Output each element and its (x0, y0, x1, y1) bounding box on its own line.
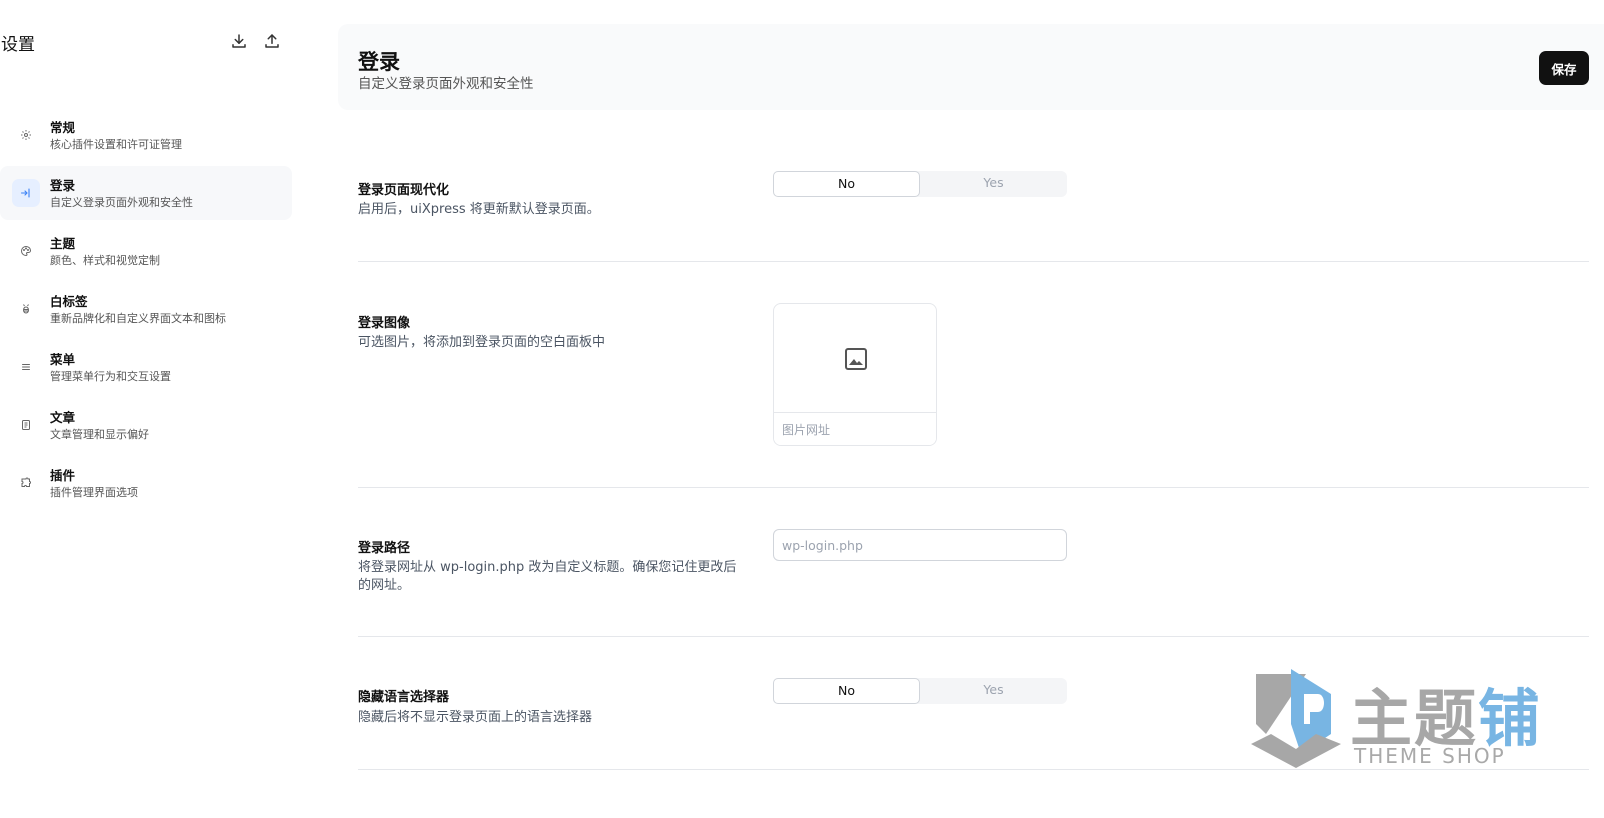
setting-description: 隐藏后将不显示登录页面上的语言选择器 (358, 710, 593, 725)
image-preview[interactable] (774, 304, 936, 413)
login-path-input[interactable] (773, 529, 1067, 561)
sidebar-item-desc: 插件管理界面选项 (50, 486, 138, 499)
main-content: 登录 自定义登录页面外观和安全性 保存 登录页面现代化 启用后，uiXpress… (338, 24, 1604, 770)
setting-login-image: 登录图像 可选图片，将添加到登录页面的空白面板中 (358, 262, 1589, 488)
sidebar-item-label: 常规 (50, 120, 76, 135)
page-subtitle: 自定义登录页面外观和安全性 (358, 76, 534, 92)
image-icon (845, 348, 867, 370)
watermark: 主题铺 THEME SHOP (1246, 664, 1546, 774)
sidebar-header: 设置 (0, 28, 300, 56)
watermark-subtext: THEME SHOP (1354, 744, 1506, 768)
sidebar-item-desc: 核心插件设置和许可证管理 (50, 138, 182, 151)
watermark-logo-icon (1251, 669, 1341, 768)
save-button[interactable]: 保存 (1539, 51, 1589, 85)
sidebar-item-menu[interactable]: 菜单 管理菜单行为和交互设置 (0, 340, 292, 394)
setting-label: 登录页面现代化 (358, 183, 450, 198)
sidebar-item-white-label[interactable]: 白标签 重新品牌化和自定义界面文本和图标 (0, 282, 292, 336)
toggle-option-no[interactable]: No (773, 171, 920, 197)
sidebar-item-plugins[interactable]: 插件 插件管理界面选项 (0, 456, 292, 510)
toggle-option-yes[interactable]: Yes (920, 678, 1067, 704)
sidebar-item-label: 菜单 (50, 352, 76, 367)
palette-icon (12, 237, 40, 265)
image-url-input[interactable] (774, 414, 936, 445)
toggle-option-yes[interactable]: Yes (920, 171, 1067, 197)
hide-language-toggle: No Yes (773, 678, 1067, 704)
upload-button[interactable] (263, 32, 281, 50)
modernize-toggle: No Yes (773, 171, 1067, 197)
gear-icon (12, 121, 40, 149)
sidebar-item-desc: 重新品牌化和自定义界面文本和图标 (50, 312, 226, 325)
sidebar: 设置 常规 核心插件设置和许可证管理 登录 自定义登录页面外观和安全性 主题 颜… (0, 0, 300, 818)
setting-description: 启用后，uiXpress 将更新默认登录页面。 (358, 202, 600, 217)
document-icon (12, 411, 40, 439)
sidebar-item-label: 白标签 (50, 294, 88, 309)
page-header: 登录 自定义登录页面外观和安全性 保存 (338, 24, 1604, 110)
sidebar-nav: 常规 核心插件设置和许可证管理 登录 自定义登录页面外观和安全性 主题 颜色、样… (0, 108, 300, 514)
upload-icon (265, 34, 279, 48)
sidebar-item-desc: 文章管理和显示偏好 (50, 428, 149, 441)
login-icon (12, 179, 40, 207)
setting-login-modernize: 登录页面现代化 启用后，uiXpress 将更新默认登录页面。 No Yes (358, 110, 1589, 262)
sidebar-item-theme[interactable]: 主题 颜色、样式和视觉定制 (0, 224, 292, 278)
image-picker (773, 303, 937, 446)
sidebar-item-label: 主题 (50, 236, 76, 251)
sidebar-item-label: 插件 (50, 468, 76, 483)
menu-icon (12, 353, 40, 381)
setting-label: 登录路径 (358, 541, 411, 556)
sidebar-item-desc: 颜色、样式和视觉定制 (50, 254, 160, 267)
puzzle-icon (12, 469, 40, 497)
sidebar-item-posts[interactable]: 文章 文章管理和显示偏好 (0, 398, 292, 452)
download-icon (232, 34, 246, 48)
download-button[interactable] (230, 32, 248, 50)
setting-label: 登录图像 (358, 316, 411, 331)
setting-description: 将登录网址从 wp-login.php 改为自定义标题。确保您记住更改后的网址。 (358, 560, 737, 593)
settings-app: 设置 常规 核心插件设置和许可证管理 登录 自定义登录页面外观和安全性 主题 颜… (0, 0, 1604, 818)
sidebar-item-desc: 自定义登录页面外观和安全性 (50, 196, 193, 209)
toggle-option-no[interactable]: No (773, 678, 920, 704)
sidebar-item-label: 文章 (50, 410, 76, 425)
setting-login-path: 登录路径 将登录网址从 wp-login.php 改为自定义标题。确保您记住更改… (358, 488, 1589, 637)
sidebar-title: 设置 (1, 35, 35, 55)
sidebar-item-login[interactable]: 登录 自定义登录页面外观和安全性 (0, 166, 292, 220)
sidebar-item-label: 登录 (50, 178, 76, 193)
sidebar-item-general[interactable]: 常规 核心插件设置和许可证管理 (0, 108, 292, 162)
sidebar-item-desc: 管理菜单行为和交互设置 (50, 370, 171, 383)
setting-description: 可选图片，将添加到登录页面的空白面板中 (358, 335, 606, 350)
bee-icon (12, 295, 40, 323)
setting-label: 隐藏语言选择器 (358, 690, 450, 705)
